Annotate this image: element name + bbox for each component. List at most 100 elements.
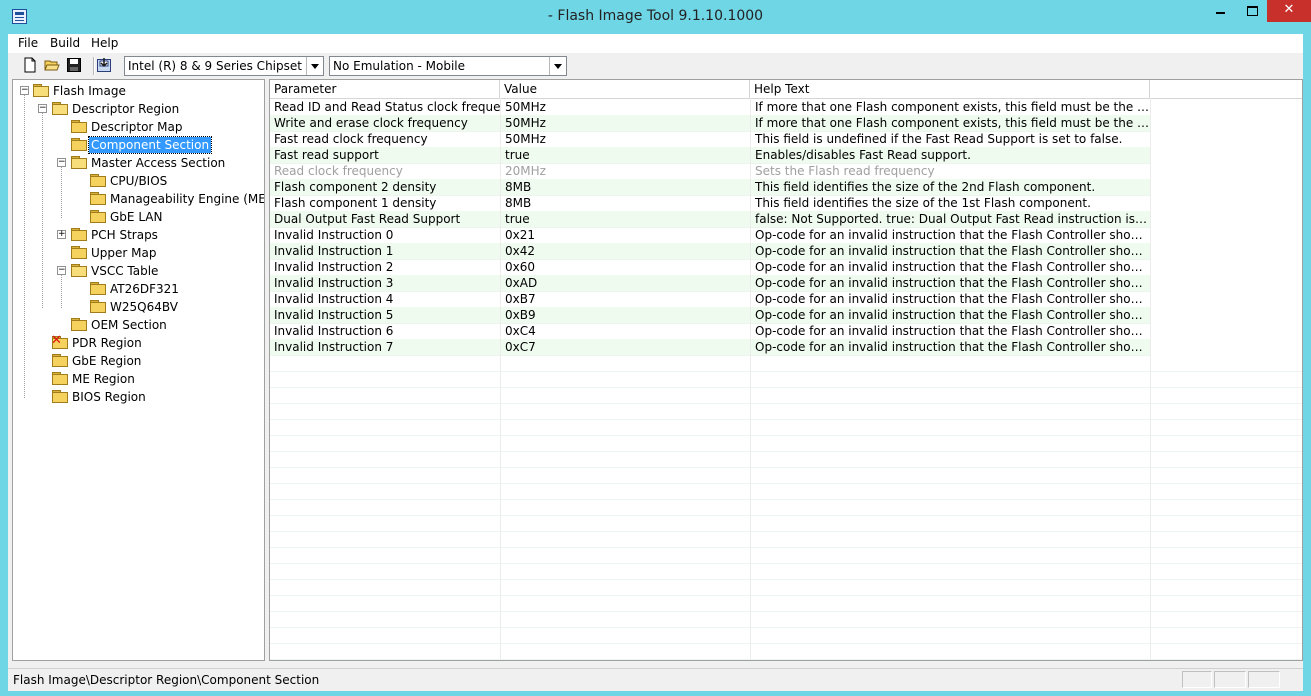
folder-icon: [90, 300, 106, 313]
save-icon[interactable]: [66, 57, 82, 73]
menu-help[interactable]: Help: [91, 36, 118, 50]
tree-label: PCH Straps: [91, 228, 158, 242]
minimize-button[interactable]: [1203, 0, 1237, 22]
value-cell[interactable]: 0x21: [500, 227, 750, 243]
parameter-grid[interactable]: Parameter Value Help Text Read ID and Re…: [269, 79, 1303, 661]
value-cell[interactable]: 50MHz: [500, 115, 750, 131]
tree-node-vscc-table[interactable]: − VSCC Table: [13, 262, 263, 280]
table-row[interactable]: Invalid Instruction 0 0x21 Op-code for an …: [270, 227, 1150, 244]
menu-build[interactable]: Build: [50, 36, 80, 50]
emulation-select-value: No Emulation - Mobile: [333, 59, 466, 73]
table-row[interactable]: Invalid Instruction 1 0x42 Op-code for an …: [270, 243, 1150, 260]
table-row[interactable]: Flash component 1 density 8MB This field i…: [270, 195, 1150, 212]
table-row[interactable]: Invalid Instruction 6 0xC4 Op-code for an …: [270, 323, 1150, 340]
maximize-button[interactable]: [1237, 0, 1267, 22]
help-text-cell: Op-code for an invalid instruction that …: [750, 323, 1150, 339]
tree-label: Descriptor Region: [72, 102, 180, 116]
table-row[interactable]: Fast read clock frequency 50MHz This field…: [270, 131, 1150, 148]
table-row[interactable]: Read clock frequency 20MHz Sets the Flash …: [270, 163, 1150, 180]
column-header-parameter[interactable]: Parameter: [270, 80, 500, 98]
value-cell[interactable]: 0x42: [500, 243, 750, 259]
tree-node-bios-region[interactable]: BIOS Region: [13, 388, 263, 406]
table-row[interactable]: Dual Output Fast Read Support true false: …: [270, 211, 1150, 228]
status-path: Flash Image\Descriptor Region\Component …: [13, 673, 320, 687]
tree-node-at26df321[interactable]: AT26DF321: [13, 280, 263, 298]
collapse-icon[interactable]: −: [57, 266, 66, 275]
param-cell: Flash component 2 density: [274, 180, 437, 194]
folder-icon: [71, 138, 87, 151]
value-cell[interactable]: 50MHz: [500, 99, 750, 115]
table-row[interactable]: Invalid Instruction 3 0xAD Op-code for an …: [270, 275, 1150, 292]
value-cell[interactable]: true: [500, 211, 750, 227]
collapse-icon[interactable]: −: [38, 104, 47, 113]
chipset-select[interactable]: Intel (R) 8 & 9 Series Chipset: [124, 56, 324, 76]
tree-node-pdr-region[interactable]: ✕ PDR Region: [13, 334, 263, 352]
column-header-value[interactable]: Value: [500, 80, 750, 98]
tree-node-cpu-bios[interactable]: CPU/BIOS: [13, 172, 263, 190]
tree-node-w25q64bv[interactable]: W25Q64BV: [13, 298, 263, 316]
chevron-down-icon[interactable]: [306, 57, 323, 75]
collapse-icon[interactable]: −: [57, 158, 66, 167]
tree-node-upper-map[interactable]: Upper Map: [13, 244, 263, 262]
tree-node-component-section[interactable]: Component Section: [13, 136, 263, 154]
emulation-select[interactable]: No Emulation - Mobile: [329, 56, 567, 76]
table-row[interactable]: Fast read support true Enables/disables Fa…: [270, 147, 1150, 164]
table-row[interactable]: Flash component 2 density 8MB This field i…: [270, 179, 1150, 196]
open-folder-icon[interactable]: [44, 57, 60, 73]
title-bar[interactable]: - Flash Image Tool 9.1.10.1000 ✕: [0, 0, 1311, 34]
value-cell[interactable]: 50MHz: [500, 131, 750, 147]
tree-node-descriptor-map[interactable]: Descriptor Map: [13, 118, 263, 136]
folder-icon: [90, 282, 106, 295]
table-row[interactable]: Invalid Instruction 5 0xB9 Op-code for an …: [270, 307, 1150, 324]
value-cell[interactable]: 8MB: [500, 195, 750, 211]
build-image-icon[interactable]: [96, 57, 112, 73]
tree-label: Master Access Section: [91, 156, 226, 170]
folder-icon: [71, 246, 87, 259]
table-row[interactable]: Invalid Instruction 7 0xC7 Op-code for an …: [270, 339, 1150, 356]
value-cell[interactable]: 0x60: [500, 259, 750, 275]
folder-icon: [71, 318, 87, 331]
table-row[interactable]: Read ID and Read Status clock frequency 5…: [270, 99, 1150, 116]
table-row[interactable]: Invalid Instruction 4 0xB7 Op-code for an …: [270, 291, 1150, 308]
tree-label: BIOS Region: [72, 390, 146, 404]
table-row[interactable]: Write and erase clock frequency 50MHz If m…: [270, 115, 1150, 132]
column-header-help-text[interactable]: Help Text: [750, 80, 1150, 98]
tree-node-pch-straps[interactable]: + PCH Straps: [13, 226, 263, 244]
empty-row: [270, 515, 1302, 532]
tree-label: CPU/BIOS: [110, 174, 168, 188]
empty-row: [270, 595, 1302, 612]
value-cell[interactable]: 0xAD: [500, 275, 750, 291]
tree-node-me-region[interactable]: ME Region: [13, 370, 263, 388]
tree-node-gbe-region[interactable]: GbE Region: [13, 352, 263, 370]
tree-label: GbE Region: [72, 354, 142, 368]
close-button[interactable]: ✕: [1267, 0, 1311, 22]
expand-icon[interactable]: +: [57, 230, 66, 239]
tree-node-flash-image[interactable]: − Flash Image: [13, 82, 263, 100]
tree-node-gbe-lan[interactable]: GbE LAN: [13, 208, 263, 226]
folder-icon: [52, 390, 68, 403]
tree-node-master-access-section[interactable]: − Master Access Section: [13, 154, 263, 172]
region-tree[interactable]: − Flash Image − Descriptor Region Descri…: [12, 79, 265, 661]
maximize-icon: [1246, 6, 1258, 16]
menu-file[interactable]: File: [18, 36, 38, 50]
tree-node-manageability-engine[interactable]: Manageability Engine (ME): [13, 190, 264, 208]
empty-row: [270, 531, 1302, 548]
value-cell[interactable]: 0xC7: [500, 339, 750, 355]
chevron-down-icon[interactable]: [549, 57, 566, 75]
value-cell[interactable]: 20MHz: [500, 163, 750, 179]
value-cell[interactable]: true: [500, 147, 750, 163]
empty-row: [270, 467, 1302, 484]
value-cell[interactable]: 0xC4: [500, 323, 750, 339]
param-cell: Invalid Instruction 4: [274, 292, 394, 306]
value-cell[interactable]: 8MB: [500, 179, 750, 195]
toolbar-separator: [93, 57, 95, 75]
help-text-cell: Op-code for an invalid instruction that …: [750, 259, 1150, 275]
value-cell[interactable]: 0xB9: [500, 307, 750, 323]
collapse-icon[interactable]: −: [20, 86, 29, 95]
tree-node-descriptor-region[interactable]: − Descriptor Region: [13, 100, 263, 118]
table-row[interactable]: Invalid Instruction 2 0x60 Op-code for an …: [270, 259, 1150, 276]
tree-node-oem-section[interactable]: OEM Section: [13, 316, 263, 334]
tree-label: OEM Section: [91, 318, 167, 332]
value-cell[interactable]: 0xB7: [500, 291, 750, 307]
new-file-icon[interactable]: [22, 57, 38, 73]
